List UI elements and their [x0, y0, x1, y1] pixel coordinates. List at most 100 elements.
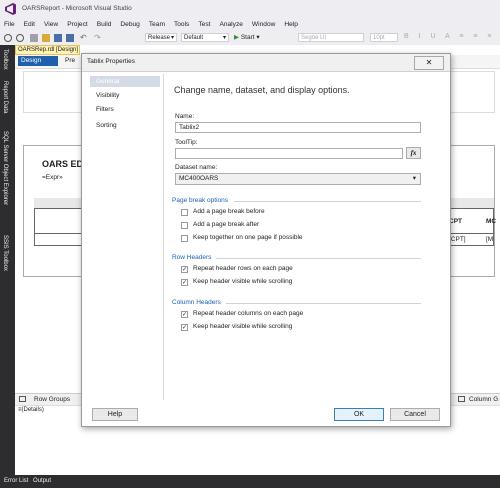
chevron-down-icon: ▾ — [412, 175, 416, 182]
checkmark-icon: ✓ — [182, 312, 188, 318]
title-bar: OARSReport - Microsoft Visual Studio — [0, 0, 500, 21]
details-group[interactable]: ≡(Details) — [18, 407, 44, 413]
column-groups-icon — [458, 396, 465, 402]
menu-bar: File Edit View Project Build Debug Team Tools Te… — [0, 21, 500, 31]
column-headers-section-title: Column Headers — [172, 299, 221, 306]
dataset-select[interactable]: MC400OARS ▾ — [175, 173, 421, 185]
menu-team[interactable]: Team — [149, 21, 165, 28]
repeat-header-rows-checkbox[interactable]: ✓ — [181, 266, 188, 273]
menu-project[interactable]: Project — [67, 21, 88, 28]
keep-together-checkbox[interactable] — [181, 235, 188, 242]
menu-build[interactable]: Build — [97, 21, 112, 28]
checkmark-icon: ✓ — [182, 267, 188, 273]
dialog-title-bar: Tablix Properties ✕ — [82, 54, 450, 72]
row-headers-section-title: Row Headers — [172, 254, 212, 261]
nav-item-filters[interactable]: Filters — [90, 104, 160, 115]
nav-item-label: Filters — [96, 106, 114, 113]
column-header-visible-checkbox[interactable]: ✓ — [181, 324, 188, 331]
row-header-visible-checkbox[interactable]: ✓ — [181, 279, 188, 286]
column-header-mc: MC — [486, 218, 497, 225]
repeat-header-rows-label: Repeat header rows on each page — [193, 265, 293, 272]
design-tab-button[interactable]: Design — [18, 56, 58, 66]
preview-tab-button[interactable]: Pre — [65, 57, 75, 64]
repeat-header-columns-label: Repeat header columns on each page — [193, 310, 304, 317]
open-file-icon[interactable] — [42, 34, 50, 42]
function-icon: fx — [410, 149, 417, 157]
repeat-header-columns-checkbox[interactable]: ✓ — [181, 311, 188, 318]
cancel-button[interactable]: Cancel — [390, 408, 440, 421]
back-icon[interactable] — [4, 34, 12, 42]
page-break-before-label: Add a page break before — [193, 208, 265, 215]
menu-window[interactable]: Window — [252, 21, 275, 28]
column-groups-label: Column G — [469, 396, 499, 403]
save-all-icon[interactable] — [66, 34, 74, 42]
tooltip-field[interactable] — [175, 148, 403, 159]
menu-help[interactable]: Help — [284, 21, 298, 28]
configuration-select[interactable]: Release ▾ — [145, 33, 177, 42]
window-title: OARSReport - Microsoft Visual Studio — [22, 5, 132, 12]
nav-item-visibility[interactable]: Visibility — [90, 90, 160, 101]
dialog-title: Tablix Properties — [87, 58, 136, 65]
start-label: Start — [240, 34, 255, 41]
undo-icon[interactable]: ↶ — [80, 33, 87, 42]
format-icons[interactable]: B I U A ≡ ≡ ≡ — [404, 33, 496, 40]
menu-analyze[interactable]: Analyze — [219, 21, 242, 28]
report-expression: =Expr» — [42, 174, 63, 181]
ok-button[interactable]: OK — [334, 408, 384, 421]
toolbar: ↶ ↷ Release ▾ Default ▾ ▶ Start ▾ Segoe UI… — [0, 31, 500, 46]
tab-sql-server-object-explorer[interactable]: SQL Server Object Explorer — [2, 131, 8, 205]
start-button[interactable]: ▶ Start ▾ — [234, 33, 260, 42]
output-tab[interactable]: Output — [33, 475, 51, 488]
play-icon: ▶ — [234, 34, 239, 41]
row-groups-icon — [19, 396, 26, 402]
forward-icon[interactable] — [16, 34, 24, 42]
tooltip-label: ToolTip: — [175, 139, 198, 146]
nav-item-sorting[interactable]: Sorting — [90, 120, 160, 131]
report-title: OARS EDI — [42, 159, 86, 169]
dataset-value: MC400OARS — [179, 175, 219, 182]
name-field[interactable]: Tablix2 — [175, 122, 421, 133]
menu-tools[interactable]: Tools — [174, 21, 189, 28]
visual-studio-logo-icon — [4, 3, 17, 15]
platform-select[interactable]: Default ▾ — [181, 33, 229, 42]
page-break-before-checkbox[interactable] — [181, 209, 188, 216]
nav-item-general[interactable]: General — [90, 76, 160, 87]
tab-ssis-toolbox[interactable]: SSIS Toolbox — [2, 235, 8, 271]
page-break-after-checkbox[interactable] — [181, 222, 188, 229]
cancel-label: Cancel — [404, 411, 426, 418]
help-button[interactable]: Help — [92, 408, 138, 421]
menu-view[interactable]: View — [44, 21, 58, 28]
close-button[interactable]: ✕ — [414, 56, 444, 70]
menu-file[interactable]: File — [4, 21, 15, 28]
error-list-tab[interactable]: Error List — [4, 475, 28, 488]
font-select[interactable]: Segoe UI — [298, 33, 364, 42]
new-project-icon[interactable] — [30, 34, 38, 42]
section-divider — [234, 201, 421, 202]
status-bar: Error List Output — [0, 475, 500, 488]
font-size-select[interactable]: 10pt — [370, 33, 398, 42]
menu-debug[interactable]: Debug — [120, 21, 139, 28]
font-size-value: 10pt — [373, 35, 385, 41]
checkmark-icon: ✓ — [182, 325, 188, 331]
row-groups-label: Row Groups — [34, 396, 71, 403]
nav-item-label: Sorting — [96, 122, 117, 129]
help-label: Help — [107, 411, 123, 418]
document-tab[interactable]: OARSRep.rdl [Design] — [15, 45, 80, 55]
design-tab-label: Design — [21, 57, 42, 64]
name-label: Name: — [175, 113, 195, 120]
dialog-heading: Change name, dataset, and display option… — [174, 85, 350, 95]
name-value: Tablix2 — [179, 124, 200, 131]
menu-edit[interactable]: Edit — [24, 21, 35, 28]
preview-tab-label: Pre — [65, 57, 76, 64]
cell-cpt: [CPT] — [449, 236, 466, 243]
expression-button[interactable]: fx — [406, 147, 421, 159]
cell-mc: [M — [486, 236, 494, 243]
tab-toolbox[interactable]: Toolbox — [2, 49, 8, 70]
checkmark-icon: ✓ — [182, 280, 188, 286]
redo-icon[interactable]: ↷ — [94, 33, 101, 42]
dialog-nav-pane: General Visibility Filters Sorting — [87, 74, 164, 400]
nav-item-label: Visibility — [96, 92, 120, 99]
save-icon[interactable] — [54, 34, 62, 42]
tab-report-data[interactable]: Report Data — [2, 81, 8, 113]
menu-test[interactable]: Test — [198, 21, 210, 28]
